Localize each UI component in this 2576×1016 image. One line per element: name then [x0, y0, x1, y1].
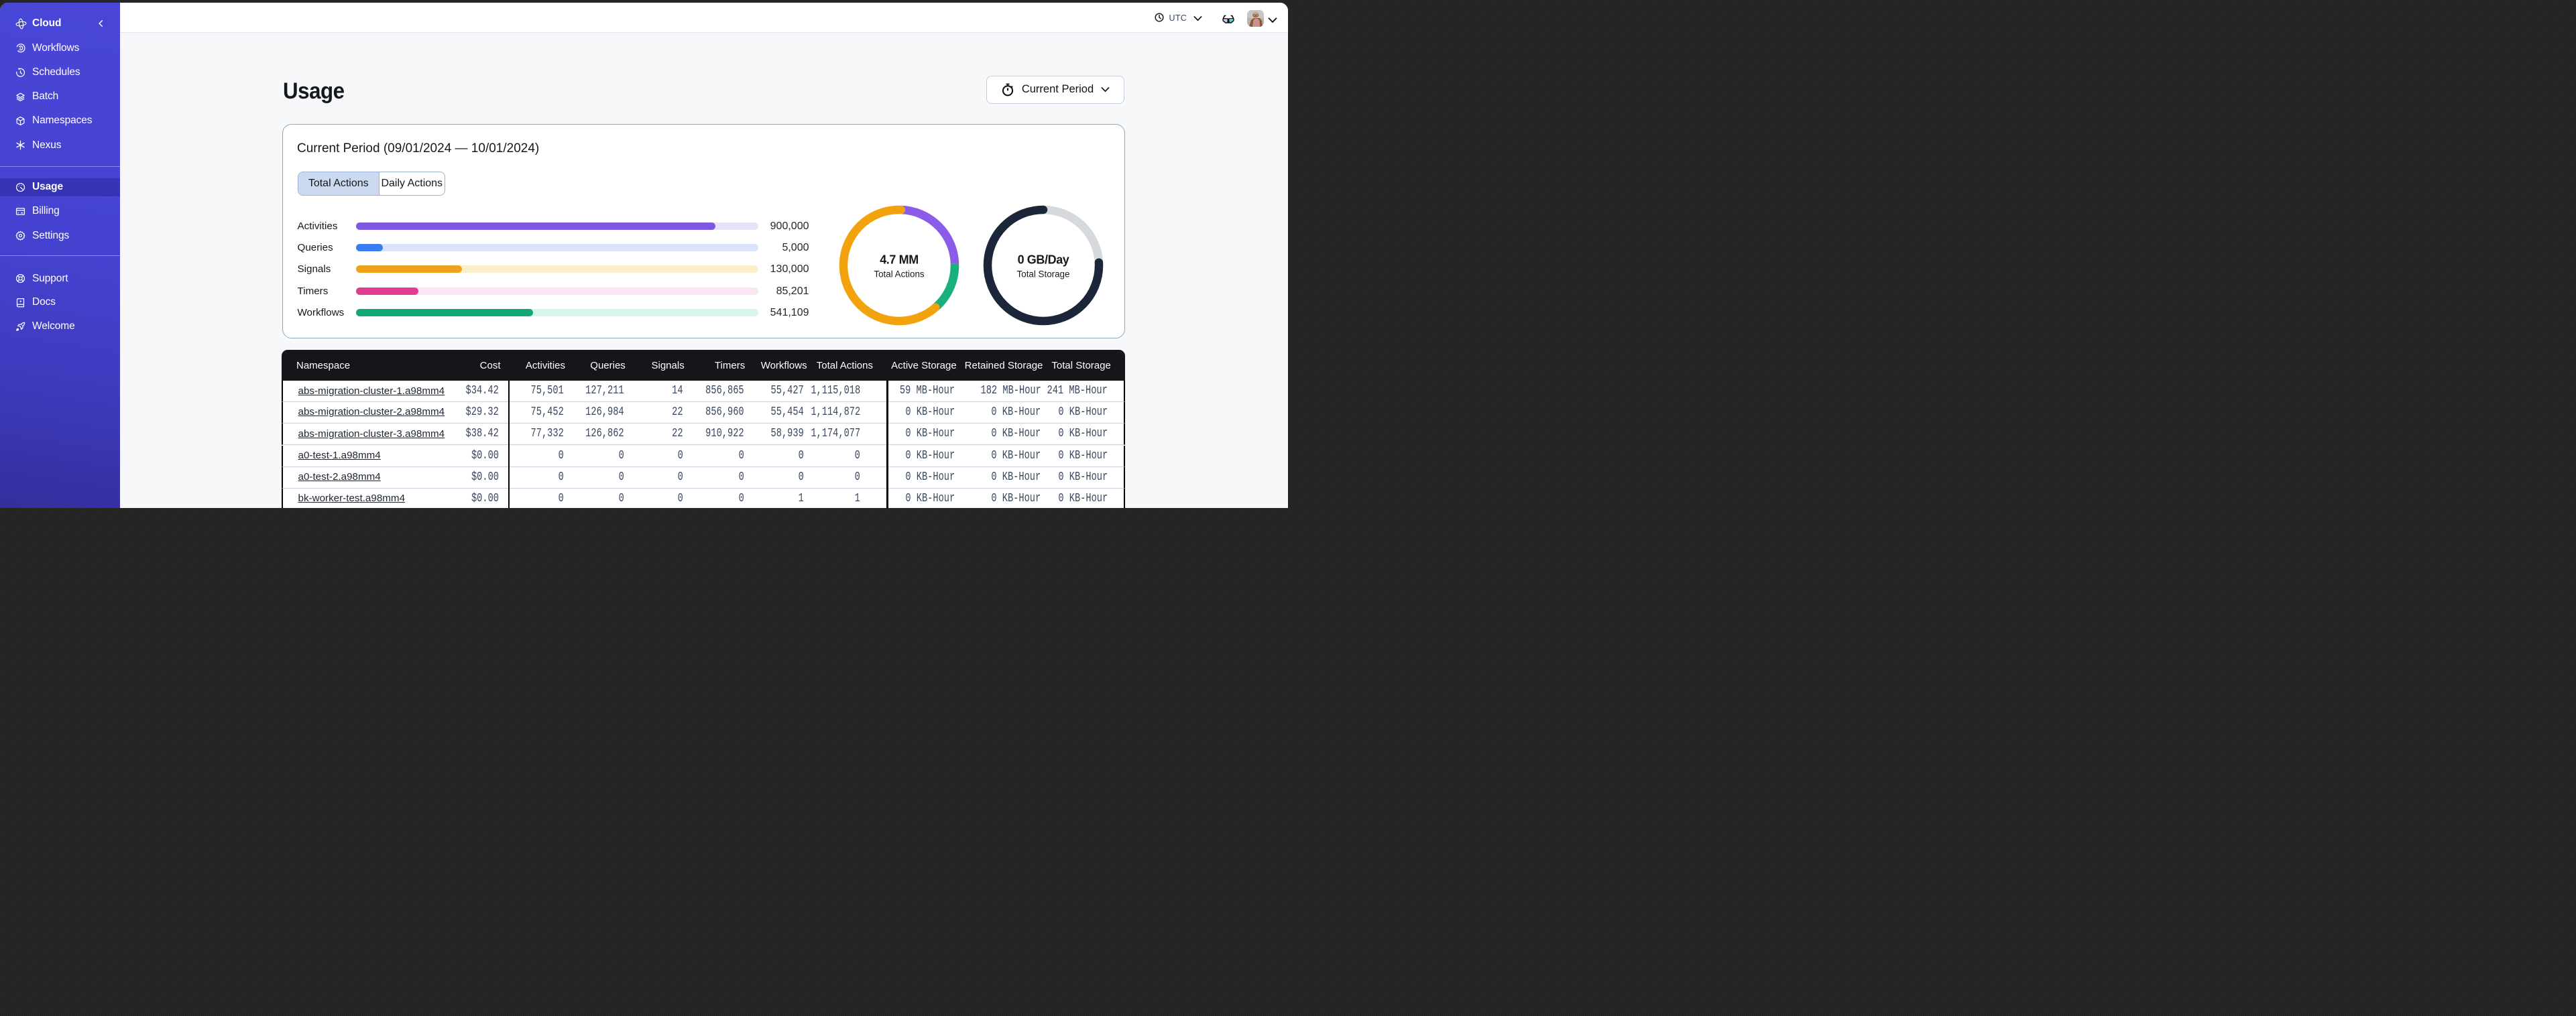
svg-text:Total Storage: Total Storage: [1017, 269, 1070, 279]
svg-text:4.7 MM: 4.7 MM: [880, 253, 919, 267]
svg-text:Total Actions: Total Actions: [874, 269, 925, 279]
svg-text:0 GB/Day: 0 GB/Day: [1018, 253, 1069, 267]
